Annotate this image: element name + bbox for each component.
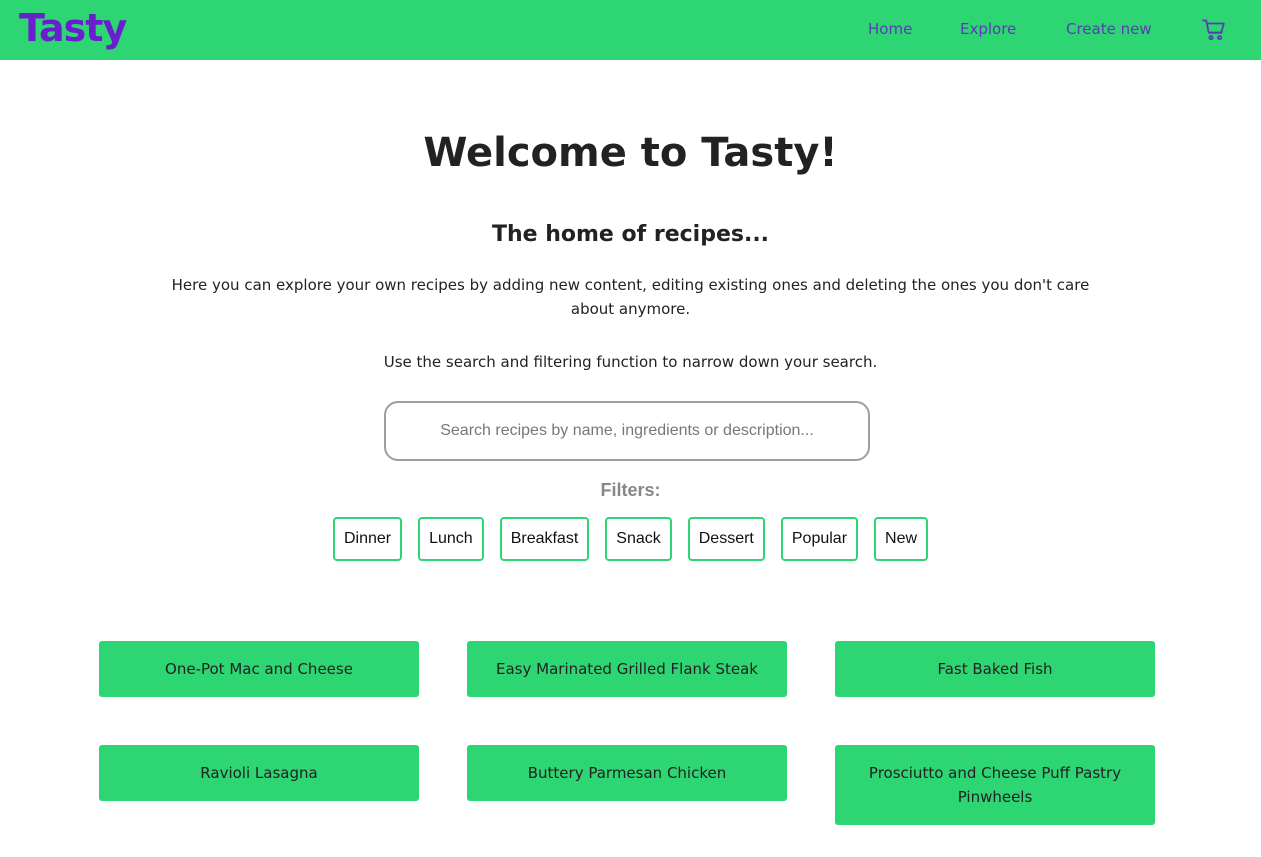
- intro-description: Here you can explore your own recipes by…: [171, 276, 1090, 318]
- recipe-card[interactable]: Fast Baked Fish: [835, 641, 1155, 697]
- page-title: Welcome to Tasty!: [423, 130, 838, 176]
- recipe-search-input[interactable]: [384, 401, 870, 461]
- filter-breakfast-button[interactable]: Breakfast: [499, 517, 590, 561]
- navbar: Tasty Home Explore Create new: [0, 0, 1261, 60]
- filter-snack-button[interactable]: Snack: [605, 517, 672, 561]
- recipe-card[interactable]: Buttery Parmesan Chicken: [467, 745, 787, 801]
- nav-home-link[interactable]: Home: [868, 20, 912, 38]
- filter-bar: Dinner Lunch Breakfast Snack Dessert Pop…: [0, 517, 1261, 561]
- filter-popular-button[interactable]: Popular: [780, 517, 859, 561]
- filter-lunch-button[interactable]: Lunch: [418, 517, 484, 561]
- filter-dinner-button[interactable]: Dinner: [332, 517, 403, 561]
- recipe-card[interactable]: Prosciutto and Cheese Puff Pastry Pinwhe…: [835, 745, 1155, 825]
- nav-explore-link[interactable]: Explore: [960, 20, 1016, 38]
- filter-new-button[interactable]: New: [874, 517, 929, 561]
- shopping-cart-icon[interactable]: [1202, 19, 1226, 41]
- filters-label: Filters:: [600, 480, 661, 500]
- nav-create-new-link[interactable]: Create new: [1066, 20, 1152, 38]
- brand-logo[interactable]: Tasty: [19, 6, 127, 50]
- recipe-card[interactable]: Easy Marinated Grilled Flank Steak: [467, 641, 787, 697]
- filter-dessert-button[interactable]: Dessert: [687, 517, 765, 561]
- recipe-card[interactable]: Ravioli Lasagna: [99, 745, 419, 801]
- recipe-card[interactable]: One-Pot Mac and Cheese: [99, 641, 419, 697]
- page-subtitle: The home of recipes...: [491, 222, 770, 247]
- search-hint: Use the search and filtering function to…: [383, 353, 878, 371]
